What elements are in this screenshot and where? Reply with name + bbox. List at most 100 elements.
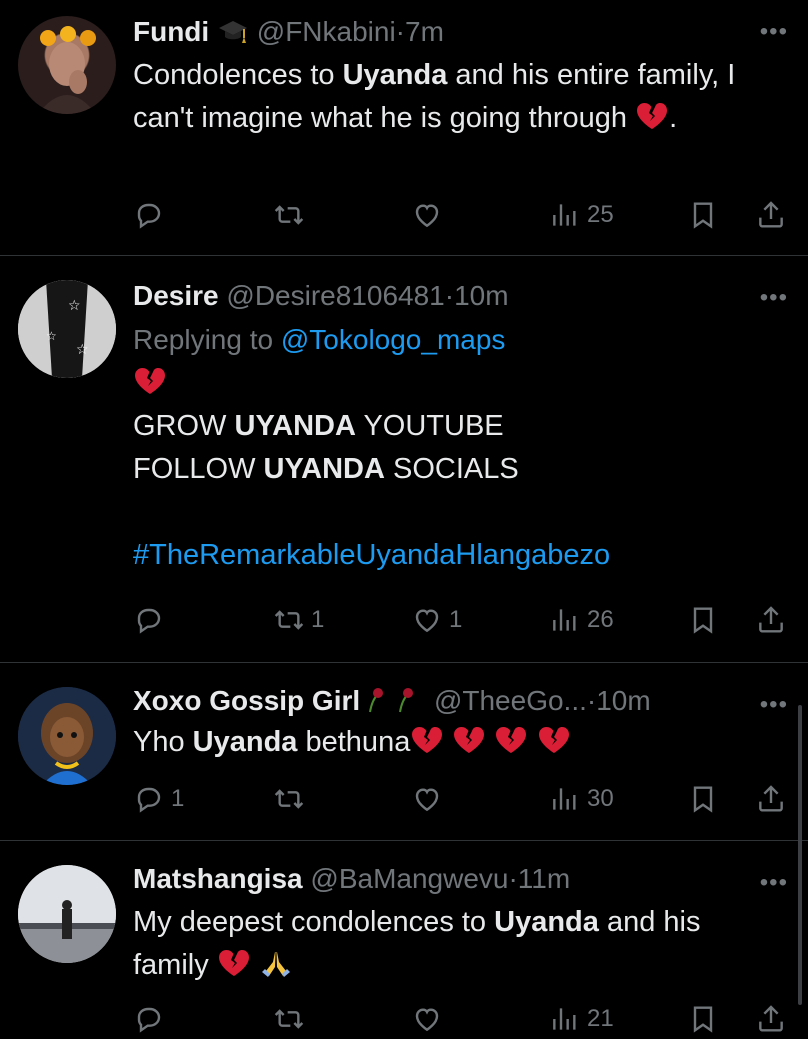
share-icon [755,783,787,815]
tweet-header: Desire @Desire8106481·10m [133,280,509,311]
reply-button[interactable]: 1 [133,779,184,819]
tweet-text: My deepest condolences to Uyanda and his… [133,906,701,981]
user-handle[interactable]: @FNkabini [257,16,396,47]
tweet-text: Condolences to Uyanda and his entire fam… [133,59,736,134]
retweet-button[interactable] [273,779,311,819]
tweet-text: Yho Uyanda bethuna [133,721,768,764]
timestamp[interactable]: 10m [454,280,508,311]
reply-button[interactable] [133,195,171,235]
broken-heart-icon [635,101,669,131]
replying-to: Replying to @Tokologo_maps [133,324,506,355]
views-icon [549,604,581,636]
avatar-image [18,865,116,963]
tweet-header: Matshangisa @BaMangwevu·11m [133,863,571,894]
broken-heart-icon [217,948,251,978]
share-icon [755,1003,787,1035]
retweet-icon [273,604,305,636]
view-count: 25 [587,201,614,228]
views-button[interactable]: 26 [549,600,614,640]
avatar[interactable] [18,16,116,114]
timestamp[interactable]: 11m [518,863,570,894]
broken-heart-icon [494,725,528,755]
retweet-icon [273,199,305,231]
display-name[interactable]: Matshangisa [133,863,303,894]
views-icon [549,1003,581,1035]
views-button[interactable]: 21 [549,999,614,1039]
share-icon [755,199,787,231]
reply-icon [133,199,165,231]
bookmark-button[interactable] [687,195,719,235]
tweet[interactable]: Xoxo Gossip Girl @TheeGo...·10m Yho Uyan… [0,663,808,841]
reply-icon [133,1003,165,1035]
tweet-header: Xoxo Gossip Girl @TheeGo...·10m [133,685,651,716]
avatar[interactable] [18,687,116,785]
retweet-icon [273,783,305,815]
like-button[interactable] [411,195,449,235]
tweet[interactable]: Fundi @FNkabini·7m Condolences to Uyanda… [0,0,808,256]
bookmark-icon [687,199,719,231]
avatar[interactable] [18,865,116,963]
like-button[interactable] [411,999,443,1039]
timestamp[interactable]: 7m [405,16,444,47]
broken-heart-icon [452,725,486,755]
tweet[interactable]: Matshangisa @BaMangwevu·11m My deepest c… [0,841,808,1032]
praying-hands-icon [259,948,293,978]
avatar-image [38,26,96,114]
retweet-icon [273,1003,305,1035]
views-icon [549,199,581,231]
user-handle[interactable]: @Desire8106481 [226,280,444,311]
more-options-button[interactable]: ••• [760,20,788,44]
avatar-image [18,687,116,785]
retweet-count: 1 [311,606,325,633]
like-icon [411,1003,443,1035]
bookmark-button[interactable] [687,600,719,640]
bookmark-icon [687,783,719,815]
user-handle[interactable]: @TheeGo... [434,685,587,716]
share-icon [755,604,787,636]
broken-heart-icon [537,725,571,755]
avatar-image: ☆ ☆ ☆ [18,280,116,378]
share-button[interactable] [755,195,787,235]
bookmark-button[interactable] [687,779,719,819]
retweet-button[interactable]: 1 [273,600,324,640]
display-name[interactable]: Xoxo Gossip Girl [133,685,360,716]
views-button[interactable]: 30 [549,779,614,819]
display-name[interactable]: Fundi [133,16,209,47]
tweet-text: GROW UYANDA YOUTUBE FOLLOW UYANDA SOCIAL… [133,362,768,577]
views-icon [549,783,581,815]
share-button[interactable] [755,999,787,1039]
view-count: 30 [587,785,614,812]
reply-count: 1 [171,785,185,812]
hashtag-link[interactable]: #TheRemarkableUyandaHlangabezo [133,539,610,571]
view-count: 26 [587,606,614,633]
more-options-button[interactable]: ••• [760,286,788,310]
tweet[interactable]: ☆ ☆ ☆ Desire @Desire8106481·10m Replying… [0,256,808,663]
reply-button[interactable] [133,600,171,640]
bookmark-icon [687,1003,719,1035]
display-name[interactable]: Desire [133,280,219,311]
like-count: 1 [449,606,463,633]
timestamp[interactable]: 10m [596,685,650,716]
reply-button[interactable] [133,999,165,1039]
like-button[interactable]: 1 [411,600,462,640]
retweet-button[interactable] [273,999,305,1039]
more-options-button[interactable]: ••• [760,871,788,895]
avatar[interactable]: ☆ ☆ ☆ [18,280,116,378]
scrollbar[interactable] [798,705,802,1005]
tweet-header: Fundi @FNkabini·7m [133,16,444,47]
bookmark-button[interactable] [687,999,719,1039]
like-icon [411,199,443,231]
more-options-button[interactable]: ••• [760,693,788,717]
retweet-button[interactable] [273,195,311,235]
svg-text:☆: ☆ [68,298,81,314]
share-button[interactable] [755,779,787,819]
user-handle[interactable]: @BaMangwevu [310,863,508,894]
svg-text:☆: ☆ [76,342,89,358]
like-icon [411,604,443,636]
mention-link[interactable]: @Tokologo_maps [281,324,506,355]
like-icon [411,783,443,815]
views-button[interactable]: 25 [549,195,614,235]
share-button[interactable] [755,600,787,640]
like-button[interactable] [411,779,449,819]
bookmark-icon [687,604,719,636]
